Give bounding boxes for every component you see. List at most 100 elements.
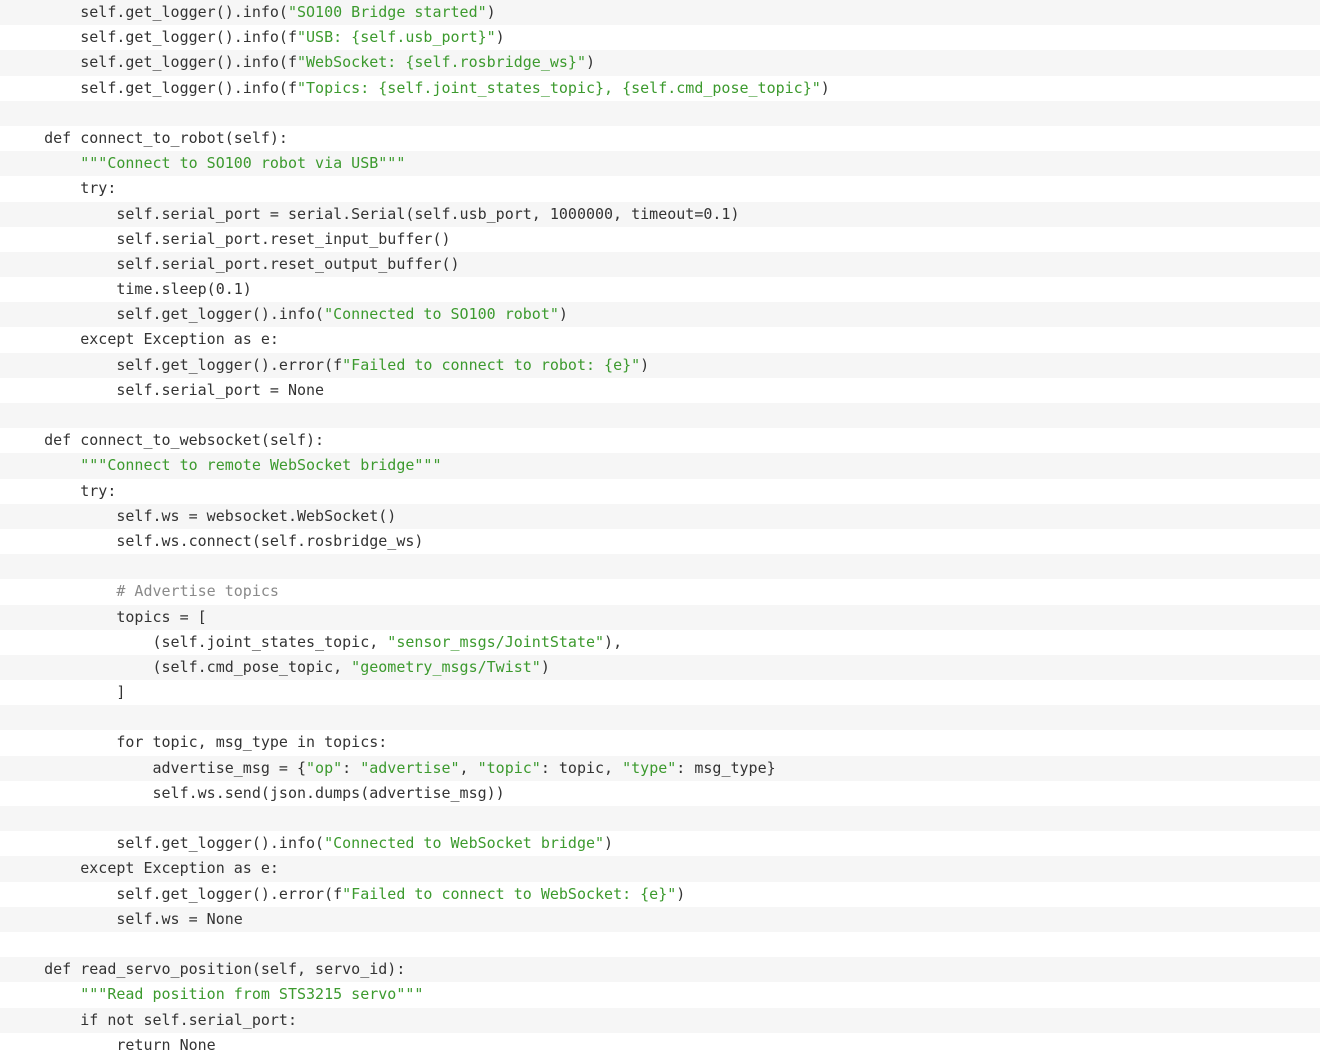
code-token: except Exception as e: — [8, 859, 279, 878]
code-token: ) — [495, 28, 505, 47]
code-token: for topic, msg_type in topics: — [8, 733, 388, 752]
code-line: self.ws = None — [0, 906, 1320, 932]
string-literal: "geometry_msgs/Twist" — [351, 657, 541, 676]
code-line: except Exception as e: — [0, 327, 1320, 353]
code-token: self.get_logger().error(f — [8, 355, 343, 374]
code-line — [0, 806, 1320, 832]
code-token: def read_servo_position(self, servo_id): — [8, 960, 406, 979]
string-literal: "topic" — [477, 758, 541, 777]
code-token: ) — [604, 834, 614, 853]
code-line: (self.cmd_pose_topic, "geometry_msgs/Twi… — [0, 654, 1320, 681]
code-line: return None — [0, 1032, 1320, 1058]
code-token: : topic, — [540, 758, 623, 777]
code-token: self.serial_port.reset_input_buffer() — [8, 229, 451, 248]
code-token: def connect_to_robot(self): — [8, 128, 288, 147]
code-line: self.serial_port.reset_input_buffer() — [0, 226, 1320, 252]
code-token: self.get_logger().info( — [8, 834, 325, 853]
string-literal: "advertise" — [360, 758, 460, 777]
string-literal: "op" — [306, 758, 343, 777]
code-token: self.serial_port = serial.Serial(self.us… — [8, 204, 740, 223]
code-token: self.get_logger().error(f — [8, 884, 343, 903]
string-literal: "SO100 Bridge started" — [287, 3, 487, 21]
code-line: topics = [ — [0, 604, 1320, 630]
code-token: self.ws.send(json.dumps(advertise_msg)) — [8, 783, 505, 802]
code-line: # Advertise topics — [0, 579, 1320, 605]
code-line: """Connect to remote WebSocket bridge""" — [0, 453, 1320, 479]
string-literal: "Connected to WebSocket bridge" — [324, 834, 605, 853]
string-literal: "sensor_msgs/JointState" — [387, 632, 605, 651]
code-line: ] — [0, 680, 1320, 706]
code-line — [0, 705, 1320, 731]
code-line: except Exception as e: — [0, 856, 1320, 882]
code-token: (self.joint_states_topic, — [8, 632, 388, 651]
code-line: (self.joint_states_topic, "sensor_msgs/J… — [0, 629, 1320, 655]
string-literal: "Connected to SO100 robot" — [324, 305, 559, 324]
code-line: self.get_logger().info(f"Topics: {self.j… — [0, 75, 1320, 101]
string-literal: "Failed to connect to robot: {e}" — [342, 355, 641, 374]
code-token: self.get_logger().info(f — [8, 78, 297, 97]
code-line — [0, 931, 1320, 958]
code-token: ) — [486, 3, 496, 21]
code-token: self.serial_port.reset_output_buffer() — [8, 254, 460, 273]
code-token: self.ws.connect(self.rosbridge_ws) — [8, 531, 424, 550]
code-line: self.ws.connect(self.rosbridge_ws) — [0, 528, 1320, 555]
string-literal: "type" — [622, 758, 677, 777]
code-token: ) — [676, 884, 686, 903]
code-line: self.serial_port.reset_output_buffer() — [0, 251, 1320, 278]
code-line: self.get_logger().info(f"WebSocket: {sel… — [0, 50, 1320, 76]
code-line — [0, 554, 1320, 580]
code-token: ] — [8, 683, 126, 702]
code-line — [0, 403, 1320, 429]
code-token: advertise_msg = { — [8, 758, 307, 777]
code-token: self.get_logger().info( — [8, 3, 288, 21]
code-token: : — [342, 758, 361, 777]
code-token: return None — [8, 1035, 216, 1054]
code-line: """Connect to SO100 robot via USB""" — [0, 151, 1320, 177]
code-line: self.ws = websocket.WebSocket() — [0, 503, 1320, 529]
code-token: self.get_logger().info( — [8, 305, 325, 324]
code-token: try: — [8, 179, 117, 198]
code-token: except Exception as e: — [8, 330, 279, 349]
string-literal: "Topics: {self.joint_states_topic}, {sel… — [296, 78, 821, 97]
code-line: try: — [0, 176, 1320, 202]
string-literal: """Connect to SO100 robot via USB""" — [80, 154, 406, 173]
code-token: ) — [640, 355, 650, 374]
code-token: time.sleep(0.1) — [8, 280, 252, 299]
code-token: self.ws = websocket.WebSocket() — [8, 506, 397, 525]
code-line: try: — [0, 478, 1320, 504]
code-line: self.serial_port = None — [0, 377, 1320, 403]
code-token: : msg_type} — [676, 758, 776, 777]
code-line: self.ws.send(json.dumps(advertise_msg)) — [0, 780, 1320, 806]
code-token: if not self.serial_port: — [8, 1010, 297, 1029]
code-line: self.get_logger().info("Connected to SO1… — [0, 302, 1320, 328]
code-line: self.get_logger().error(f"Failed to conn… — [0, 352, 1320, 378]
code-token: ), — [604, 632, 623, 651]
code-token: ) — [558, 305, 568, 324]
code-token: self.get_logger().info(f — [8, 28, 297, 47]
code-line — [0, 100, 1320, 126]
code-token: self.ws = None — [8, 909, 243, 928]
code-token: ) — [820, 78, 830, 97]
code-line: def read_servo_position(self, servo_id): — [0, 957, 1320, 983]
code-token: ) — [540, 657, 550, 676]
code-line: self.get_logger().info("SO100 Bridge sta… — [0, 0, 1320, 26]
code-line: for topic, msg_type in topics: — [0, 730, 1320, 756]
code-line: self.get_logger().info("Connected to Web… — [0, 831, 1320, 857]
string-literal: """Connect to remote WebSocket bridge""" — [80, 456, 442, 475]
code-token: def connect_to_websocket(self): — [8, 431, 325, 450]
code-viewer[interactable]: self.get_logger().info("SO100 Bridge sta… — [0, 0, 1320, 1062]
code-line: def connect_to_robot(self): — [0, 125, 1320, 152]
code-token: try: — [8, 481, 117, 500]
code-token: (self.cmd_pose_topic, — [8, 657, 352, 676]
code-line: """Read position from STS3215 servo""" — [0, 982, 1320, 1008]
string-literal: "WebSocket: {self.rosbridge_ws}" — [296, 53, 586, 72]
code-line: if not self.serial_port: — [0, 1007, 1320, 1033]
code-line: def connect_to_websocket(self): — [0, 428, 1320, 454]
code-token: self.get_logger().info(f — [8, 53, 297, 72]
code-line: self.get_logger().info(f"USB: {self.usb_… — [0, 25, 1320, 51]
string-literal: "Failed to connect to WebSocket: {e}" — [342, 884, 677, 903]
